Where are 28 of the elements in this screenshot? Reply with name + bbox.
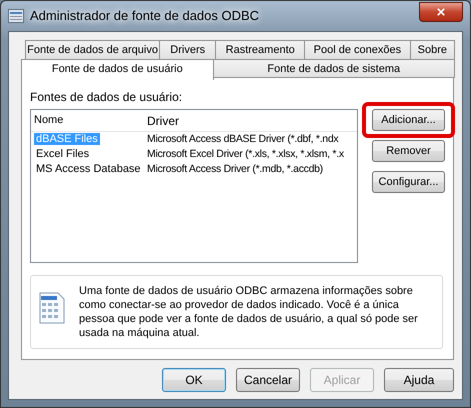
table-cell-text: Excel Files (35, 148, 90, 160)
tab[interactable]: Drivers (159, 40, 216, 59)
tab[interactable]: Fonte de dados de sistema (212, 59, 455, 78)
button[interactable]: Remover (372, 140, 445, 162)
table-cell-text: Microsoft Access dBASE Driver (*.dbf, *.ndx (146, 132, 338, 147)
tab[interactable]: Pool de conexões (304, 40, 411, 59)
app-icon (8, 9, 24, 23)
tab[interactable]: Fonte de dados de usuário (21, 59, 214, 80)
table-cell-text: Microsoft Access Driver (*.mdb, *.accdb) (146, 162, 323, 177)
column-header[interactable]: Nome (31, 112, 145, 129)
close-button[interactable]: × (419, 2, 463, 22)
column-header[interactable]: Driver (145, 112, 179, 130)
button[interactable]: Configurar... (372, 171, 445, 193)
tab[interactable]: Fonte de dados de arquivo (25, 40, 160, 59)
window-title: Administrador de fonte de dados ODBC (30, 7, 260, 26)
tab[interactable]: Rastreamento (215, 40, 306, 59)
button[interactable]: OK (162, 368, 226, 392)
info-text: Uma fonte de dados de usuário ODBC armazena informações sobre como conectar-se ao provedor de dados indicado. Você é a única pessoa que pode ver a fonte de dados de usuário, a qual só pode ser usada na máquina atual. (79, 284, 419, 340)
button[interactable]: Ajuda (384, 368, 454, 392)
table-cell: dBASE Files (34, 133, 100, 146)
button[interactable]: Adicionar... (372, 109, 445, 131)
table-cell-text: MS Access Database (35, 163, 142, 176)
table-document-icon (39, 292, 65, 324)
data-source-list[interactable]: Nome Driver dBASE Files Microsoft Access dBASE Driver (*.dbf, *.ndx Excel Files Microsoft Excel Driver (*.xls, *.xlsx, *.xlsm, *.x MS Access Database Microsoft Access Driver (*.mdb, *.accdb) (30, 109, 358, 263)
button[interactable]: Cancelar (236, 368, 300, 392)
tab[interactable]: Sobre (410, 40, 455, 59)
group-label: Fontes de dados de usuário: (30, 89, 184, 106)
table-cell-text: Microsoft Excel Driver (*.xls, *.xlsx, *.xlsm, *.x (146, 146, 344, 162)
